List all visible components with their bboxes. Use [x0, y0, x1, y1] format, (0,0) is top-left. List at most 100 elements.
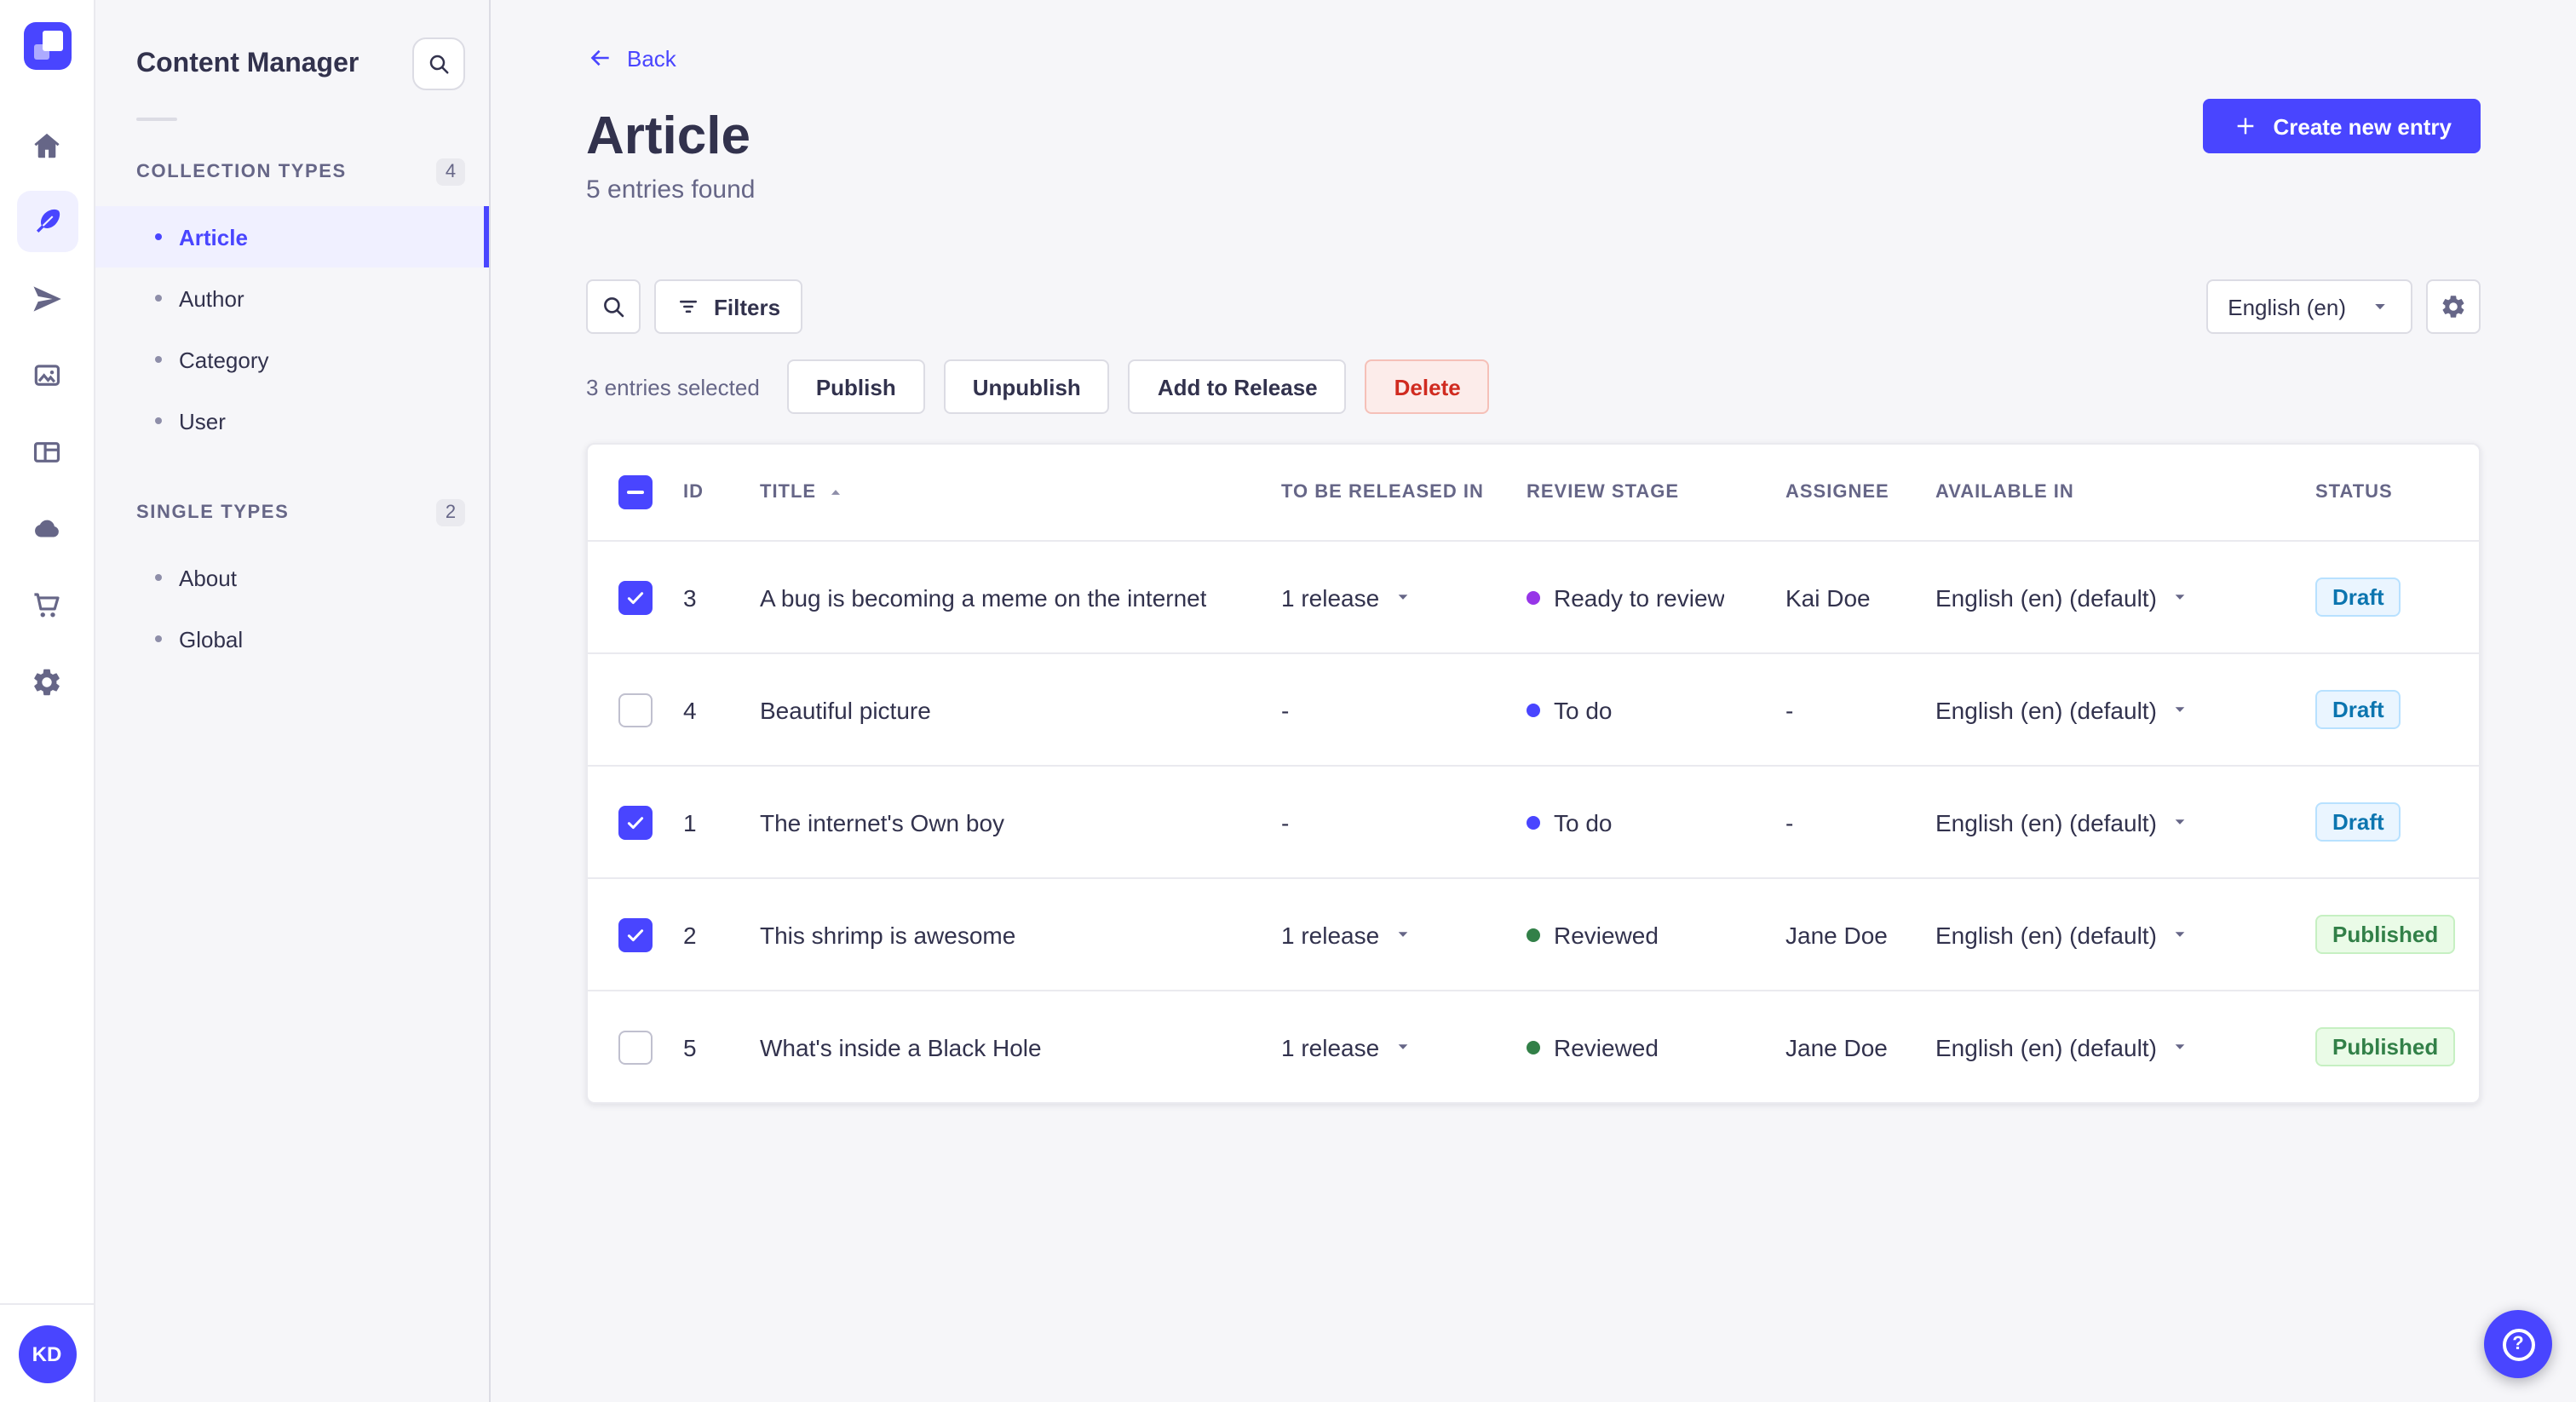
nav-gear-icon[interactable] [16, 651, 78, 712]
bullet-icon [155, 635, 162, 642]
sidebar-item-label: About [179, 565, 237, 590]
locale-dropdown[interactable]: English (en) (default) [1935, 921, 2315, 948]
bullet-icon [155, 574, 162, 581]
delete-button[interactable]: Delete [1365, 359, 1490, 414]
sort-ascending-icon [826, 483, 845, 502]
locale-select[interactable]: English (en) [2205, 279, 2412, 334]
plus-icon [2232, 112, 2259, 140]
cell-id: 1 [683, 808, 697, 836]
entries-table: ID TITLE TO BE RELEASED IN REVIEW STAGE … [586, 443, 2481, 1104]
sidebar-title: Content Manager [136, 49, 359, 78]
status-badge: Draft [2315, 802, 2401, 842]
locale-dropdown[interactable]: English (en) (default) [1935, 696, 2315, 723]
release-dropdown[interactable]: 1 release [1281, 583, 1527, 611]
cell-title: What's inside a Black Hole [760, 1033, 1042, 1060]
view-settings-button[interactable] [2426, 279, 2481, 334]
nav-send-icon[interactable] [16, 267, 78, 329]
status-badge: Published [2315, 1027, 2456, 1066]
locale-dropdown[interactable]: English (en) (default) [1935, 583, 2315, 611]
release-dropdown[interactable]: 1 release [1281, 921, 1527, 948]
sidebar-item-user[interactable]: User [95, 390, 489, 451]
table-row-entry-5[interactable]: 5 What's inside a Black Hole 1 release Revi… [588, 990, 2479, 1102]
cell-status: Published [2315, 1027, 2456, 1066]
chevron-down-icon [1393, 925, 1412, 944]
chevron-down-icon [2171, 813, 2189, 831]
toolbar: Filters English (en) [586, 279, 2481, 334]
status-badge: Draft [2315, 577, 2401, 617]
sidebar-item-author[interactable]: Author [95, 267, 489, 329]
select-all-checkbox[interactable] [618, 475, 653, 509]
sidebar-item-label: Article [179, 224, 248, 250]
nav-media-icon[interactable] [16, 344, 78, 405]
release-dropdown[interactable]: 1 release [1281, 1033, 1527, 1060]
single-types-label: SINGLE TYPES [136, 503, 290, 523]
bullet-icon [155, 233, 162, 240]
create-new-entry-label: Create new entry [2273, 113, 2452, 139]
bullet-icon [155, 356, 162, 363]
nav-home-icon[interactable] [16, 114, 78, 175]
row-checkbox[interactable] [618, 805, 653, 839]
sidebar-search-button[interactable] [412, 37, 465, 90]
nav-layout-icon[interactable] [16, 421, 78, 482]
collection-types-label: COLLECTION TYPES [136, 162, 347, 182]
cell-review-stage: Reviewed [1527, 921, 1785, 948]
cell-assignee: Jane Doe [1785, 1033, 1888, 1060]
sidebar-item-category[interactable]: Category [95, 329, 489, 390]
cell-review-stage: Ready to review [1527, 583, 1785, 611]
table-row-entry-1[interactable]: 1 The internet's Own boy - To do - English (e… [588, 765, 2479, 877]
sidebar-item-label: Author [179, 285, 244, 311]
strapi-content-manager: KD Content Manager COLLECTION TYPES 4 Ar… [0, 0, 2576, 1402]
stage-dot-icon [1527, 590, 1540, 604]
stage-dot-icon [1527, 815, 1540, 829]
cell-review-stage: To do [1527, 696, 1785, 723]
selected-count-label: 3 entries selected [586, 374, 760, 399]
release-dropdown: - [1281, 696, 1290, 723]
table-row-entry-2[interactable]: 2 This shrimp is awesome 1 release Reviewed… [588, 877, 2479, 990]
row-checkbox[interactable] [618, 1030, 653, 1064]
chevron-down-icon [2171, 700, 2189, 719]
cell-title: The internet's Own boy [760, 808, 1005, 836]
chevron-down-icon [2171, 925, 2189, 944]
unpublish-button[interactable]: Unpublish [943, 359, 1110, 414]
chevron-down-icon [2171, 588, 2189, 606]
chevron-down-icon [2171, 1037, 2189, 1056]
sidebar-item-label: Global [179, 626, 244, 652]
search-entries-button[interactable] [586, 279, 641, 334]
column-to-be-released-in: TO BE RELEASED IN [1281, 482, 1484, 503]
cell-status: Draft [2315, 802, 2448, 842]
sidebar-item-article[interactable]: Article [95, 206, 489, 267]
filters-button[interactable]: Filters [654, 279, 803, 334]
stage-dot-icon [1527, 703, 1540, 716]
add-to-release-button[interactable]: Add to Release [1128, 359, 1347, 414]
table-row-entry-3[interactable]: 3 A bug is becoming a meme on the interne… [588, 542, 2479, 652]
nav-rail-footer: KD [0, 1303, 94, 1402]
row-checkbox[interactable] [618, 917, 653, 951]
nav-cloud-icon[interactable] [16, 497, 78, 559]
locale-dropdown[interactable]: English (en) (default) [1935, 808, 2315, 836]
column-title-sort[interactable]: TITLE [760, 482, 1281, 503]
column-id: ID [683, 482, 704, 503]
back-link[interactable]: Back [586, 44, 676, 72]
help-button[interactable]: ? [2484, 1310, 2552, 1378]
strapi-logo[interactable] [23, 22, 71, 70]
publish-button[interactable]: Publish [786, 359, 925, 414]
user-avatar[interactable]: KD [18, 1324, 76, 1382]
table-row-entry-4[interactable]: 4 Beautiful picture - To do - English (en) (d… [588, 652, 2479, 765]
cell-assignee: Kai Doe [1785, 583, 1871, 611]
nav-feather-icon[interactable] [16, 191, 78, 252]
sidebar-item-label: Category [179, 347, 269, 372]
cell-title: This shrimp is awesome [760, 921, 1016, 948]
create-new-entry-button[interactable]: Create new entry [2203, 99, 2481, 153]
bullet-icon [155, 417, 162, 424]
row-checkbox[interactable] [618, 580, 653, 614]
cell-status: Draft [2315, 577, 2448, 617]
row-checkbox[interactable] [618, 692, 653, 727]
column-assignee: ASSIGNEE [1785, 482, 1889, 503]
nav-cart-icon[interactable] [16, 574, 78, 635]
cell-id: 2 [683, 921, 697, 948]
sidebar-item-about[interactable]: About [95, 547, 489, 608]
locale-dropdown[interactable]: English (en) (default) [1935, 1033, 2315, 1060]
sidebar-item-global[interactable]: Global [95, 608, 489, 669]
gear-icon [2440, 293, 2467, 320]
collection-types-count: 4 [436, 158, 465, 186]
